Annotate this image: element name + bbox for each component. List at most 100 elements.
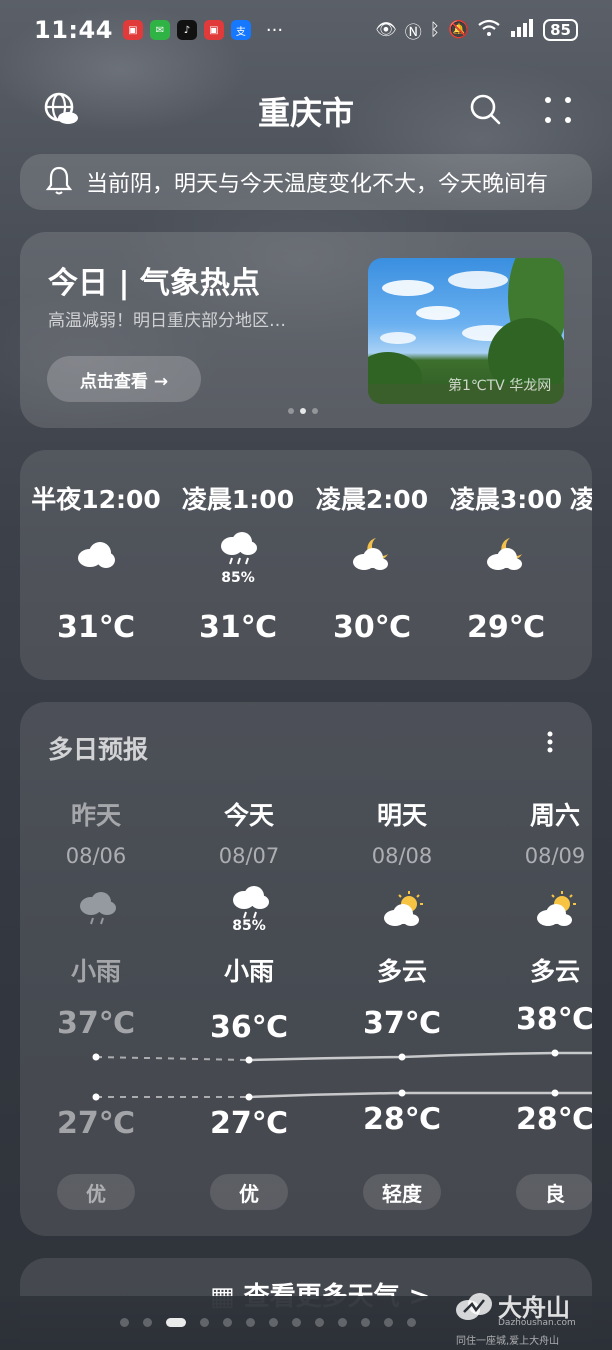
page-dot[interactable] — [361, 1318, 370, 1327]
carousel-dot — [288, 408, 294, 414]
hourly-item[interactable]: 半夜12:00 31℃ — [26, 450, 166, 680]
page-dot-active[interactable] — [166, 1318, 186, 1327]
air-quality-badge: 优 — [57, 1174, 135, 1210]
cloudy-icon — [74, 536, 118, 572]
day-low-temp: 28℃ — [515, 1102, 592, 1137]
weather-alert-bar[interactable]: 当前阴，明天与今天温度变化不大，今天晚间有 — [20, 154, 592, 210]
hour-label: 凌晨1:00 — [181, 485, 295, 514]
page-dot[interactable] — [269, 1318, 278, 1327]
hour-label: 半夜12:00 — [31, 485, 161, 514]
multi-day-forecast-card[interactable]: 多日预报 昨天 08/06 小雨 37℃ 27℃ 优 今天 08/07 85% … — [20, 702, 592, 1236]
news-image-caption: 第1℃TV 华龙网 — [448, 377, 551, 394]
huawei-app-icon: ▣ — [203, 20, 224, 40]
page-dot[interactable] — [223, 1318, 232, 1327]
city-title[interactable]: 重庆市 — [0, 88, 612, 134]
news-thumbnail-image[interactable]: 第1℃TV 华龙网 — [368, 258, 564, 404]
day-low-temp: 27℃ — [209, 1106, 289, 1141]
page-dot[interactable] — [246, 1318, 255, 1327]
carousel-dots — [288, 408, 318, 414]
watermark-slogan: 同住一座城,爱上大舟山 — [456, 1336, 560, 1347]
hour-label: 凌晨2:00 — [315, 485, 429, 514]
hour-temp: 29℃ — [466, 610, 546, 645]
eye-icon: 👁 — [375, 20, 397, 40]
status-time: 11:44 — [34, 16, 113, 44]
watermark: 大舟山 Dazhoushan.com 同住一座城,爱上大舟山 — [452, 1288, 602, 1348]
weather-hotspot-card[interactable]: 今日 | 气象热点 高温减弱！明日重庆部分地区… 点击查看 → 第1℃TV 华龙… — [20, 232, 592, 428]
page-dot[interactable] — [315, 1318, 324, 1327]
day-date: 08/09 — [524, 844, 586, 868]
notification-app-icons: ▣ ✉ ♪ ▣ 支 ··· — [122, 19, 284, 41]
day-name: 昨天 — [70, 801, 121, 830]
page-dot[interactable] — [407, 1318, 416, 1327]
page-dot[interactable] — [384, 1318, 393, 1327]
more-menu-icon[interactable] — [540, 92, 576, 128]
battery-indicator: 85 — [543, 19, 578, 41]
day-name: 明天 — [376, 801, 427, 830]
light-rain-icon — [228, 884, 272, 922]
hour-temp: 31℃ — [198, 610, 278, 645]
status-bar: 11:44 ▣ ✉ ♪ ▣ 支 ··· 👁 Ⓝ ᛒ 🔕 85 — [0, 0, 612, 60]
day-condition: 多云 — [529, 957, 580, 986]
bluetooth-icon: ᛒ — [429, 20, 440, 40]
day-high-temp: 36℃ — [209, 1010, 289, 1045]
day-high-temp: 37℃ — [56, 1006, 136, 1041]
hour-temp: 30℃ — [332, 610, 412, 645]
day-name: 周六 — [529, 801, 580, 830]
search-icon[interactable] — [466, 90, 506, 130]
page-dot[interactable] — [338, 1318, 347, 1327]
alipay-icon: 支 — [230, 20, 251, 40]
nfc-icon: Ⓝ — [404, 22, 422, 43]
more-notifications-icon: ··· — [265, 19, 284, 41]
day-date: 08/06 — [65, 844, 127, 868]
hour-label: 凌晨3:00 — [449, 485, 563, 514]
hourly-forecast-card[interactable]: 半夜12:00 31℃ 凌晨1:00 85% 31℃ 凌晨2:00 30℃ 凌晨… — [20, 450, 592, 680]
hourly-item[interactable]: 凌晨1:00 85% 31℃ — [168, 450, 308, 680]
page-dot[interactable] — [120, 1318, 129, 1327]
wechat-icon: ✉ — [149, 20, 170, 40]
precipitation-probability: 85% — [221, 570, 255, 586]
hour-label: 凌 — [570, 485, 592, 514]
day-condition: 小雨 — [70, 957, 121, 986]
day-date: 08/08 — [371, 844, 433, 868]
news-subtitle: 高温减弱！明日重庆部分地区… — [48, 311, 286, 331]
news-title: 今日 | 气象热点 — [48, 266, 260, 301]
page-dots — [120, 1318, 416, 1327]
light-rain-icon — [75, 890, 119, 928]
huawei-app-icon: ▣ — [122, 20, 143, 40]
mute-bell-icon: 🔕 — [447, 20, 470, 40]
hourly-item[interactable]: 凌 — [570, 450, 592, 680]
day-forecast-item[interactable]: 周六 08/09 多云 38℃ 28℃ 良 — [480, 702, 592, 1236]
day-name: 今天 — [223, 801, 274, 830]
air-quality-badge: 轻度 — [363, 1174, 441, 1210]
day-forecast-item[interactable]: 明天 08/08 多云 37℃ 28℃ 轻度 — [327, 702, 477, 1236]
day-low-temp: 27℃ — [56, 1106, 136, 1141]
carousel-dot-active — [300, 408, 306, 414]
air-quality-badge: 良 — [516, 1174, 592, 1210]
night-cloudy-icon — [484, 536, 528, 572]
page-dot[interactable] — [200, 1318, 209, 1327]
hour-temp: 31℃ — [56, 610, 136, 645]
hourly-item[interactable]: 凌晨2:00 30℃ — [302, 450, 442, 680]
day-low-temp: 28℃ — [362, 1102, 442, 1137]
day-forecast-item[interactable]: 今天 08/07 85% 小雨 36℃ 27℃ 优 — [174, 702, 324, 1236]
watermark-url: Dazhoushan.com — [498, 1318, 576, 1328]
app-header: 重庆市 — [0, 80, 612, 140]
page-dot[interactable] — [143, 1318, 152, 1327]
precipitation-probability: 85% — [232, 918, 266, 934]
partly-cloudy-icon — [534, 890, 578, 928]
status-indicators: 👁 Ⓝ ᛒ 🔕 85 — [375, 18, 578, 43]
air-quality-badge: 优 — [210, 1174, 288, 1210]
page-dot[interactable] — [292, 1318, 301, 1327]
view-details-button[interactable]: 点击查看 → — [47, 356, 201, 402]
day-condition: 小雨 — [223, 957, 274, 986]
wifi-icon — [477, 19, 501, 42]
day-high-temp: 38℃ — [515, 1002, 592, 1037]
cell-signal-icon — [509, 18, 535, 42]
day-forecast-item[interactable]: 昨天 08/06 小雨 37℃ 27℃ 优 — [21, 702, 171, 1236]
hourly-item[interactable]: 凌晨3:00 29℃ — [436, 450, 576, 680]
tiktok-icon: ♪ — [176, 20, 197, 40]
night-cloudy-icon — [350, 536, 394, 572]
battery-level: 85 — [550, 21, 571, 39]
alert-text: 当前阴，明天与今天温度变化不大，今天晚间有 — [86, 172, 549, 197]
partly-cloudy-icon — [381, 890, 425, 928]
